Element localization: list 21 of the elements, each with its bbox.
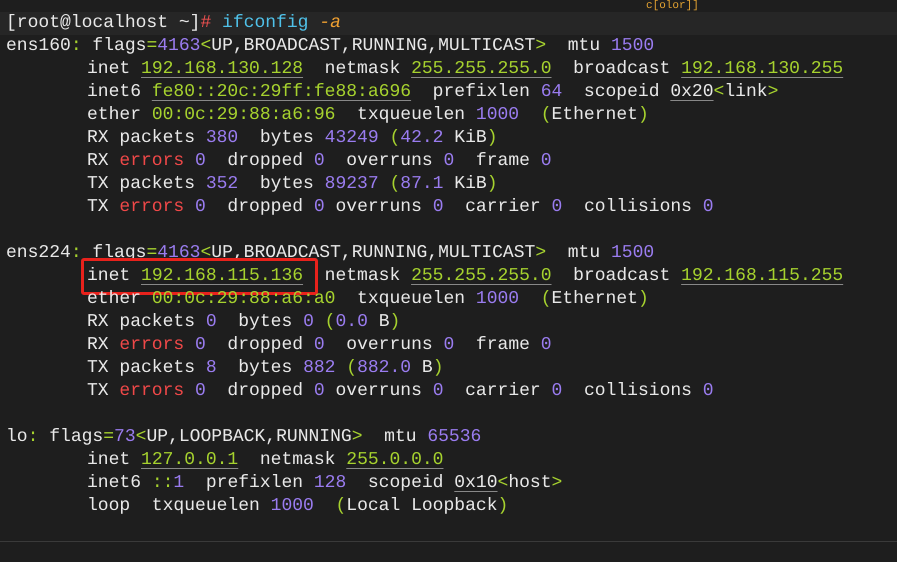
terminal-line: inet6 fe80::20c:29ff:fe88:a696 prefixlen 64 scopeid 0x20<link> — [86, 81, 780, 104]
terminal-line: TX errors 0 dropped 0 overruns 0 carrier 0 collisions 0 — [86, 196, 715, 219]
terminal-line: RX errors 0 dropped 0 overruns 0 frame 0 — [86, 334, 553, 357]
terminal-line: ether 00:0c:29:88:a6:a0 txqueuelen 1000 (Ethernet) — [86, 288, 650, 311]
terminal-line: lo: flags=73<UP,LOOPBACK,RUNNING> mtu 65536 — [5, 426, 482, 449]
terminal-line: TX packets 352 bytes 89237 (87.1 KiB) — [86, 173, 499, 196]
terminal-line: RX packets 380 bytes 43249 (42.2 KiB) — [86, 127, 499, 150]
terminal-text: netmask 255.255.255.0 broadcast 192.168.115.255 — [324, 266, 844, 286]
command-prompt-line: [root@localhost ~]# ifconfig -a — [5, 12, 342, 35]
partial-output-line: c[olor]] — [645, 0, 700, 12]
terminal-line: ens160: flags=4163<UP,BROADCAST,RUNNING,MULTICAST> mtu 1500 — [5, 35, 656, 58]
terminal-line: loop txqueuelen 1000 (Local Loopback) — [86, 495, 510, 518]
terminal-line: TX errors 0 dropped 0 overruns 0 carrier 0 collisions 0 — [86, 380, 715, 403]
terminal-line: inet6 ::1 prefixlen 128 scopeid 0x10<host> — [86, 472, 564, 495]
terminal-line: TX packets 8 bytes 882 (882.0 B) — [86, 357, 445, 380]
terminal-line: inet 192.168.130.128 netmask 255.255.255.0 broadcast 192.168.130.255 — [86, 58, 844, 81]
terminal-text: inet 192.168.115.136 — [87, 266, 304, 286]
terminal-line: RX errors 0 dropped 0 overruns 0 frame 0 — [86, 150, 553, 173]
terminal-line: ether 00:0c:29:88:a6:96 txqueuelen 1000 (Ethernet) — [86, 104, 650, 127]
terminal-line: RX packets 0 bytes 0 (0.0 B) — [86, 311, 402, 334]
terminal-line: inet 127.0.0.1 netmask 255.0.0.0 — [86, 449, 444, 472]
